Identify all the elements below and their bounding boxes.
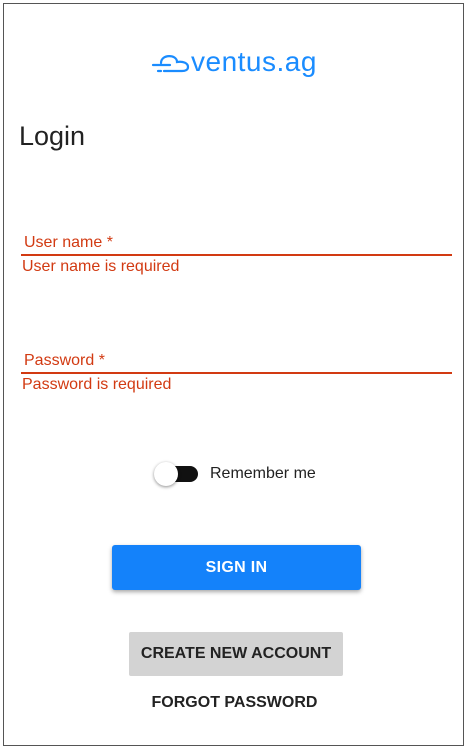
password-error: Password is required bbox=[22, 376, 172, 393]
username-error: User name is required bbox=[22, 258, 180, 275]
remember-me-toggle[interactable] bbox=[154, 462, 200, 486]
create-account-button[interactable]: CREATE NEW ACCOUNT bbox=[129, 632, 343, 676]
password-input[interactable] bbox=[21, 348, 452, 374]
brand-logo: ventus.ag bbox=[150, 44, 317, 80]
sign-in-button[interactable]: SIGN IN bbox=[112, 545, 361, 590]
forgot-password-link[interactable]: FORGOT PASSWORD bbox=[4, 694, 465, 712]
username-input[interactable] bbox=[21, 230, 452, 256]
username-field: User name * User name is required bbox=[21, 230, 452, 280]
wind-cloud-icon bbox=[151, 55, 190, 73]
password-field: Password * Password is required bbox=[21, 348, 452, 398]
page-title: Login bbox=[19, 121, 86, 151]
toggle-knob[interactable] bbox=[154, 462, 178, 486]
login-panel: ventus.ag Login User name * User name is… bbox=[3, 3, 464, 746]
remember-me-row: Remember me bbox=[154, 462, 316, 486]
remember-me-label: Remember me bbox=[210, 465, 316, 482]
brand-name: ventus.ag bbox=[191, 46, 317, 77]
